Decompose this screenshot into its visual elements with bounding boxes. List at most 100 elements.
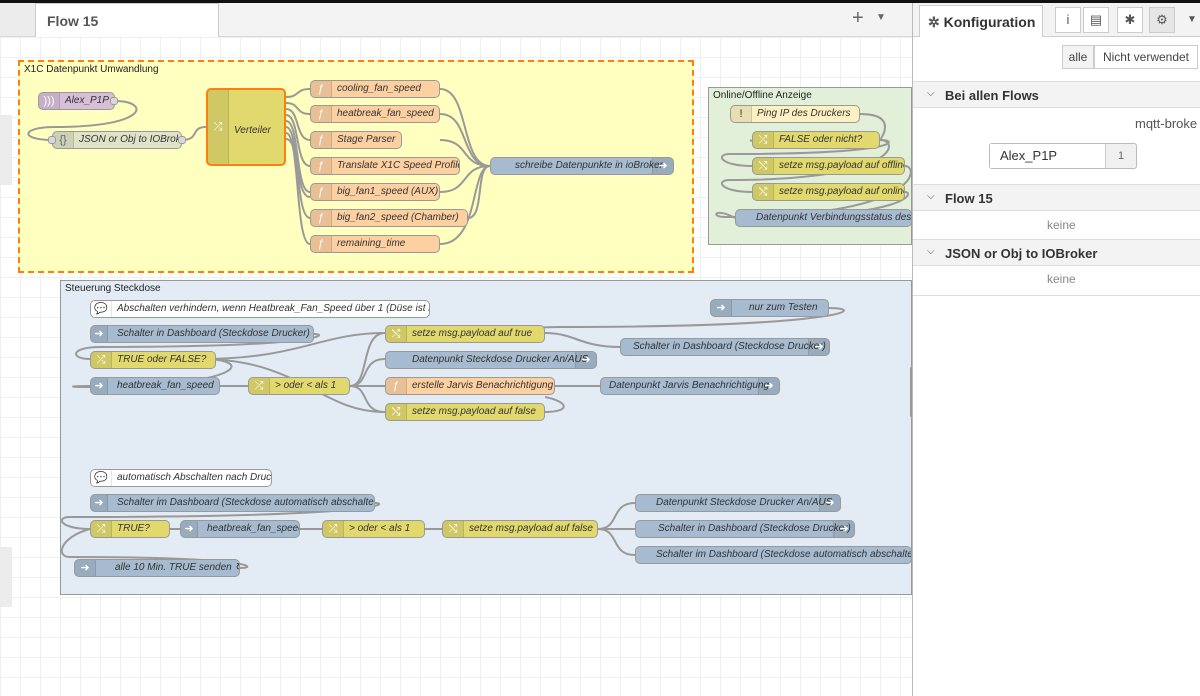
tab-label: Flow 15 xyxy=(47,13,99,29)
node-big-fan1[interactable]: ƒ big_fan1_speed (AUX) xyxy=(310,183,440,201)
node-set-true[interactable]: ⤭ setze msg.payload auf true xyxy=(385,325,545,343)
node-true-or-false[interactable]: ⤮ TRUE oder FALSE? xyxy=(90,351,216,369)
node-comment-auto[interactable]: 💬 automatisch Abschalten nach Druck xyxy=(90,469,272,487)
tabs-scroll-area xyxy=(0,3,35,36)
mqtt-wave-icon: ))) xyxy=(39,93,60,109)
switch-icon: ⤮ xyxy=(91,352,112,368)
debug-icon[interactable]: ✱ xyxy=(1117,7,1143,33)
node-dp-steckdose-1[interactable]: Datenpunkt Steckdose Drucker An/AUS ➜ xyxy=(385,351,597,369)
node-heatbreak[interactable]: ƒ heatbreak_fan_speed xyxy=(310,105,440,123)
node-heatbreak-fan-speed-3[interactable]: ➜ heatbreak_fan_speed xyxy=(180,520,300,538)
node-true-q[interactable]: ⤮ TRUE? xyxy=(90,520,170,538)
node-heatbreak-fan-speed-2[interactable]: ➜ heatbreak_fan_speed xyxy=(90,377,220,395)
node-schalter-dashboard-1[interactable]: ➜ Schalter in Dashboard (Steckdose Drucke… xyxy=(90,325,314,343)
node-verteiler[interactable]: ⤮ Verteiler xyxy=(206,88,286,166)
input-arrow-icon: ➜ xyxy=(91,495,108,511)
output-arrow-icon: ➜ xyxy=(808,339,829,355)
function-icon: ƒ xyxy=(311,132,332,148)
sidebar: ✲ Konfiguration i ▤ ✱ ⚙ ▼ alle Nicht ver… xyxy=(912,3,1200,696)
config-node-alex[interactable]: Alex_P1P 1 xyxy=(989,143,1137,169)
add-flow-button[interactable]: + xyxy=(852,7,864,30)
json-icon: {} xyxy=(53,132,74,148)
config-node-name: Alex_P1P xyxy=(990,144,1106,168)
node-schalter-dashboard-3[interactable]: Schalter in Dashboard (Steckdose Drucker… xyxy=(635,520,855,538)
chevron-down-icon: ⌵ xyxy=(927,88,935,99)
change-icon: ⤭ xyxy=(386,326,407,342)
inject-arrow-icon: ➜ xyxy=(181,521,198,537)
none-label: keine xyxy=(1047,218,1076,232)
node-oder-als-1-b[interactable]: ⤮ > oder < als 1 xyxy=(322,520,425,538)
switch-icon: ⤮ xyxy=(249,378,270,394)
function-icon: ƒ xyxy=(311,158,332,174)
section-flow15[interactable]: ⌵ Flow 15 xyxy=(913,184,1200,211)
node-oder-als-1[interactable]: ⤮ > oder < als 1 xyxy=(248,377,350,395)
tab-flow-15[interactable]: Flow 15 xyxy=(35,3,219,37)
info-icon[interactable]: i xyxy=(1055,7,1081,33)
node-comment-abschalten[interactable]: 💬 Abschalten verhindern, wenn Heatbreak_F… xyxy=(90,300,430,318)
settings-gear-icon[interactable]: ⚙ xyxy=(1149,7,1175,33)
output-arrow-icon: ➜ xyxy=(833,521,854,537)
node-mqtt-in[interactable]: ))) Alex_P1P xyxy=(38,92,115,110)
node-big-fan2[interactable]: ƒ big_fan2_speed (Chamber) xyxy=(310,209,468,227)
change-icon: ⤭ xyxy=(753,158,774,174)
node-set-false-2[interactable]: ⤭ setze msg.payload auf false xyxy=(442,520,598,538)
node-translate[interactable]: ƒ Translate X1C Speed Profile xyxy=(310,157,460,175)
switch-icon: ⤮ xyxy=(208,90,229,164)
function-icon: ƒ xyxy=(311,210,332,226)
output-arrow-icon: ➜ xyxy=(652,158,673,174)
node-false-or-not[interactable]: ⤮ FALSE oder nicht? xyxy=(752,131,880,149)
node-alle-10-min[interactable]: ➜ alle 10 Min. TRUE senden ↻ xyxy=(74,559,240,577)
flow-workspace[interactable]: X1C Datenpunkt Umwandlung Online/Offline… xyxy=(0,37,912,696)
node-remaining-time[interactable]: ƒ remaining_time xyxy=(310,235,440,253)
section-json-node[interactable]: ⌵ JSON or Obj to IOBroker xyxy=(913,239,1200,266)
output-arrow-icon: ➜ xyxy=(575,352,596,368)
node-dp-jarvis[interactable]: Datenpunkt Jarvis Benachrichtigung ➜ xyxy=(600,377,780,395)
output-arrow-icon: ➜ xyxy=(819,495,840,511)
node-set-false-1[interactable]: ⤭ setze msg.payload auf false xyxy=(385,403,545,421)
config-node-count: 1 xyxy=(1117,150,1125,162)
ping-warning-icon: ! xyxy=(731,106,752,122)
filter-all-button[interactable]: alle xyxy=(1062,45,1094,69)
function-icon: ƒ xyxy=(311,236,332,252)
divider xyxy=(913,295,1200,296)
node-json[interactable]: {} JSON or Obj to IOBroker xyxy=(52,131,182,149)
sidebar-title: Konfiguration xyxy=(943,14,1036,30)
function-icon: ƒ xyxy=(311,184,332,200)
function-icon: ƒ xyxy=(311,106,332,122)
node-schalter-dashboard-2[interactable]: Schalter in Dashboard (Steckdose Drucker… xyxy=(620,338,830,356)
change-icon: ⤭ xyxy=(443,521,464,537)
node-cooling[interactable]: ƒ cooling_fan_speed xyxy=(310,80,440,98)
node-stage-parser[interactable]: ƒ Stage Parser xyxy=(310,131,402,149)
comment-icon: 💬 xyxy=(91,301,112,317)
node-dp-steckdose-2[interactable]: Datenpunkt Steckdose Drucker An/AUS ➜ xyxy=(635,494,841,512)
change-icon: ⤭ xyxy=(753,184,774,200)
node-set-offline[interactable]: ⤭ setze msg.payload auf offline xyxy=(752,157,905,175)
chevron-down-icon: ⌵ xyxy=(927,191,935,202)
output-arrow-icon: ➜ xyxy=(758,378,779,394)
node-schalter-auto[interactable]: ➜ Schalter im Dashboard (Steckdose automa… xyxy=(90,494,375,512)
node-ping[interactable]: ! Ping IP des Druckers xyxy=(730,105,860,123)
node-set-online[interactable]: ⤭ setze msg.payload auf online xyxy=(752,183,905,201)
sidebar-tab-config[interactable]: ✲ Konfiguration xyxy=(919,5,1043,37)
input-arrow-icon: ➜ xyxy=(91,378,108,394)
input-port[interactable] xyxy=(48,136,56,144)
switch-icon: ⤮ xyxy=(753,132,774,148)
section-all-flows[interactable]: ⌵ Bei allen Flows xyxy=(913,81,1200,108)
node-jarvis[interactable]: ƒ erstelle Jarvis Benachrichtigung xyxy=(385,377,555,395)
filter-unused-button[interactable]: Nicht verwendet xyxy=(1094,45,1198,69)
none-label: keine xyxy=(1047,272,1076,286)
gear-icon: ✲ xyxy=(928,14,944,30)
node-nur-zum-testen[interactable]: ➜ nur zum Testen xyxy=(710,299,829,317)
node-schreibe-datenpunkte[interactable]: schreibe Datenpunkte in ioBroker ➜ xyxy=(490,157,674,175)
book-icon[interactable]: ▤ xyxy=(1083,7,1109,33)
inject-arrow-icon: ➜ xyxy=(75,560,96,576)
tab-menu-chevron-icon[interactable]: ▼ xyxy=(876,12,886,23)
node-schalter-auto-2[interactable]: Schalter im Dashboard (Steckdose automat… xyxy=(635,546,912,564)
output-port[interactable] xyxy=(110,97,118,105)
switch-icon: ⤮ xyxy=(91,521,112,537)
switch-icon: ⤮ xyxy=(323,521,344,537)
node-dp-verbindungsstatus[interactable]: Datenpunkt Verbindungsstatus des Dr xyxy=(735,209,912,227)
input-arrow-icon: ➜ xyxy=(91,326,108,342)
sidebar-menu-chevron-icon[interactable]: ▼ xyxy=(1187,14,1197,25)
output-port[interactable] xyxy=(178,136,186,144)
